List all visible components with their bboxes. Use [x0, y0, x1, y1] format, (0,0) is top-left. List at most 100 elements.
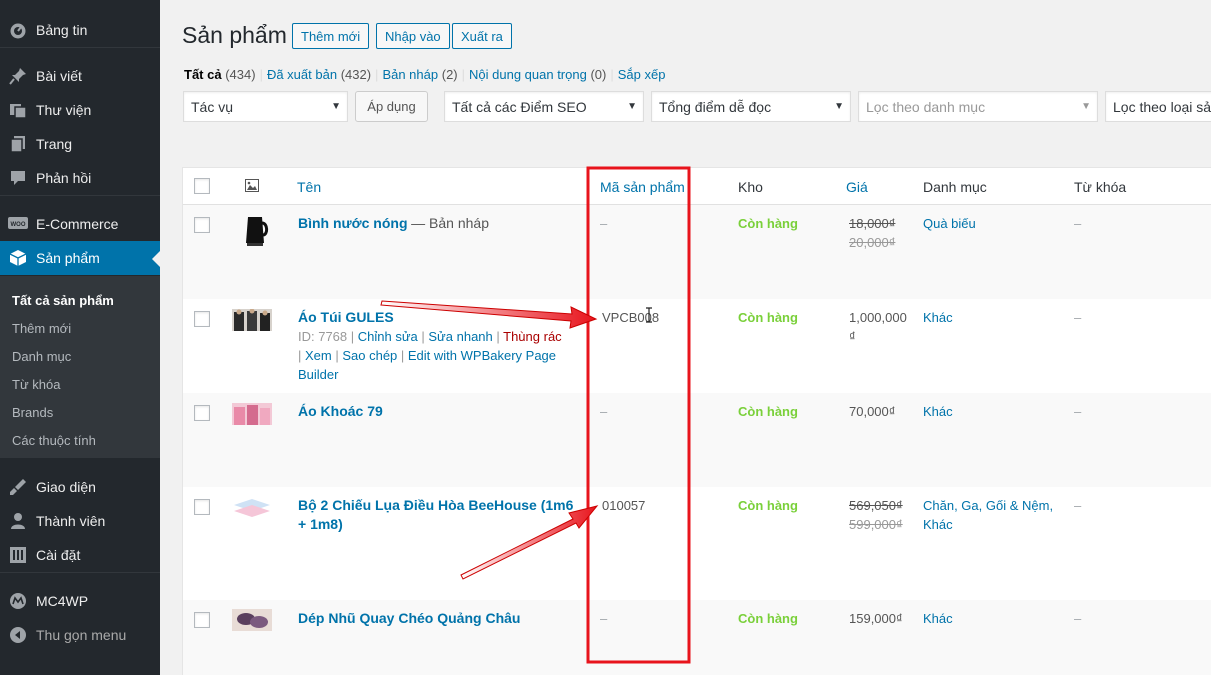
menu-posts[interactable]: Bài viết: [0, 59, 160, 93]
seo-score-value: Tất cả các Điểm SEO: [452, 98, 587, 115]
duplicate-link[interactable]: Sao chép: [342, 348, 397, 363]
product-thumbnail[interactable]: [232, 308, 272, 331]
chevron-down-icon: ▼: [331, 101, 341, 112]
apply-button[interactable]: Áp dụng: [355, 91, 428, 122]
view-all[interactable]: Tất cả: [184, 67, 222, 82]
edit-link[interactable]: Chỉnh sửa: [358, 329, 418, 344]
stock-status: Còn hàng: [738, 498, 798, 513]
product-thumbnail[interactable]: [232, 497, 272, 519]
submenu-categories[interactable]: Danh mục: [0, 342, 160, 370]
comments-icon: [0, 169, 36, 187]
product-name-link[interactable]: Áo Khoác 79: [298, 402, 383, 421]
row-checkbox[interactable]: [194, 499, 210, 515]
table-row: Bộ 2 Chiếu Lụa Điều Hòa BeeHouse (1m6 + …: [183, 487, 1211, 600]
import-button[interactable]: Nhập vào: [376, 23, 450, 49]
column-stock: Kho: [738, 179, 763, 195]
sku-value: –: [600, 216, 608, 231]
menu-label: MC4WP: [36, 593, 89, 609]
tags-value: –: [1074, 216, 1082, 231]
users-icon: [0, 512, 36, 530]
view-sort[interactable]: Sắp xếp: [618, 67, 666, 82]
product-name-link[interactable]: Dép Nhũ Quay Chéo Quảng Châu: [298, 609, 520, 628]
row-checkbox[interactable]: [194, 405, 210, 421]
quick-edit-link[interactable]: Sửa nhanh: [428, 329, 492, 344]
menu-comments[interactable]: Phản hồi: [0, 161, 160, 195]
menu-media[interactable]: Thư viện: [0, 93, 160, 127]
product-name-link[interactable]: Áo Túi GULES: [298, 308, 568, 327]
product-thumbnail[interactable]: [238, 213, 272, 247]
regular-price: 569,050₫: [849, 498, 903, 513]
category-filter-select[interactable]: Lọc theo danh mục ▼: [858, 91, 1098, 122]
column-price[interactable]: Giá: [846, 179, 868, 195]
stock-status: Còn hàng: [738, 310, 798, 325]
category-link[interactable]: Quà biếu: [923, 214, 976, 233]
menu-label: Thư viện: [36, 102, 92, 118]
view-cornerstone[interactable]: Nội dung quan trọng: [469, 67, 587, 82]
product-name-cell: Bình nước nóng — Bản nháp: [298, 214, 489, 233]
product-name-link[interactable]: Bình nước nóng: [298, 215, 408, 231]
submenu-all-products[interactable]: Tất cả sản phẩm: [0, 286, 160, 314]
seo-score-select[interactable]: Tất cả các Điểm SEO ▼: [444, 91, 644, 122]
menu-users[interactable]: Thành viên: [0, 504, 160, 538]
sku-value: –: [600, 404, 608, 419]
menu-pages[interactable]: Trang: [0, 127, 160, 161]
menu-label: Bài viết: [36, 68, 82, 84]
settings-icon: [0, 546, 36, 564]
view-published[interactable]: Đã xuất bản: [267, 67, 337, 82]
menu-settings[interactable]: Cài đặt: [0, 538, 160, 572]
regular-price: 18,000₫: [849, 216, 896, 231]
add-new-button[interactable]: Thêm mới: [292, 23, 370, 49]
view-link[interactable]: Xem: [305, 348, 332, 363]
bulk-action-select[interactable]: Tác vụ ▼: [183, 91, 348, 122]
menu-appearance[interactable]: Giao diện: [0, 470, 160, 504]
trash-link[interactable]: Thùng rác: [503, 329, 562, 344]
row-checkbox[interactable]: [194, 311, 210, 327]
collapse-menu-button[interactable]: Thu gọn menu: [0, 618, 160, 652]
menu-label: Giao diện: [36, 479, 96, 495]
category-link[interactable]: Khác: [923, 609, 953, 628]
tags-value: –: [1074, 404, 1082, 419]
select-all-checkbox[interactable]: [194, 178, 210, 194]
table-header: Tên Mã sản phẩm Kho Giá Danh mục Từ khóa: [183, 168, 1211, 205]
export-button[interactable]: Xuất ra: [452, 23, 512, 49]
menu-dashboard[interactable]: Bảng tin: [0, 13, 160, 47]
old-price: 599,000₫: [849, 517, 903, 532]
sku-value: –: [600, 611, 608, 626]
column-name[interactable]: Tên: [297, 179, 321, 195]
category-link[interactable]: Khác: [923, 402, 953, 421]
submenu-add-new[interactable]: Thêm mới: [0, 314, 160, 342]
pin-icon: [0, 67, 36, 85]
product-thumbnail[interactable]: [232, 403, 272, 425]
submenu-attributes[interactable]: Các thuộc tính: [0, 426, 160, 454]
menu-label: Trang: [36, 136, 73, 152]
row-checkbox[interactable]: [194, 612, 210, 628]
menu-mc4wp[interactable]: MC4WP: [0, 584, 160, 618]
category-link[interactable]: Chăn, Ga, Gối & Nệm, Khác: [923, 496, 1063, 534]
menu-label: Bảng tin: [36, 22, 88, 38]
products-submenu: Tất cả sản phẩm Thêm mới Danh mục Từ khó…: [0, 276, 160, 458]
menu-products[interactable]: Sản phẩm: [0, 241, 160, 275]
table-row: Áo Khoác 79 – Còn hàng 70,000₫ Khác –: [183, 393, 1211, 487]
tags-value: –: [1074, 310, 1082, 325]
submenu-brands[interactable]: Brands: [0, 398, 160, 426]
wpbakery-edit-link[interactable]: Edit with WPBakery Page Builder: [298, 348, 556, 382]
main-content: Sản phẩm Thêm mới Nhập vào Xuất ra Tất c…: [160, 0, 1211, 675]
post-state: — Bản nháp: [411, 215, 489, 231]
row-checkbox[interactable]: [194, 217, 210, 233]
menu-ecommerce[interactable]: WOO E-Commerce: [0, 207, 160, 241]
view-drafts[interactable]: Bản nháp: [382, 67, 438, 82]
menu-separator: [0, 572, 160, 573]
view-count: (434): [225, 67, 256, 82]
stock-status: Còn hàng: [738, 216, 798, 231]
submenu-tags[interactable]: Từ khóa: [0, 370, 160, 398]
stock-status: Còn hàng: [738, 404, 798, 419]
product-type-select[interactable]: Lọc theo loại sản: [1105, 91, 1211, 122]
chevron-down-icon: ▼: [627, 101, 637, 112]
product-id: ID: 7768 |: [298, 329, 355, 344]
product-thumbnail[interactable]: [232, 609, 272, 631]
product-name-link[interactable]: Bộ 2 Chiếu Lụa Điều Hòa BeeHouse (1m6 + …: [298, 496, 580, 534]
readability-select[interactable]: Tổng điểm dễ đọc ▼: [651, 91, 851, 122]
column-sku[interactable]: Mã sản phẩm: [600, 179, 685, 195]
category-link[interactable]: Khác: [923, 308, 953, 327]
table-row: Áo Túi GULES ID: 7768 | Chỉnh sửa | Sửa …: [183, 299, 1211, 393]
